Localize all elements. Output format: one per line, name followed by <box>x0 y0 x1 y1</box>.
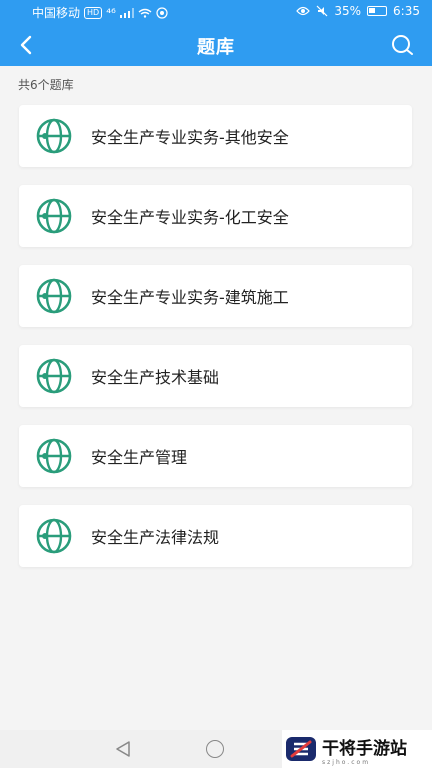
battery-percent: 35% <box>334 4 362 18</box>
watermark-sub: szjho.com <box>322 759 371 766</box>
status-bar: 中国移动 HD ⁴⁶ 35% 6:35 <box>0 0 432 24</box>
watermark-text: 干将手游站 <box>322 739 407 759</box>
bank-count-label: 共6个题库 <box>18 78 74 92</box>
bank-item-label: 安全生产专业实务-建筑施工 <box>91 288 289 307</box>
bank-item-label: 安全生产技术基础 <box>91 368 220 387</box>
globe-icon <box>35 197 73 235</box>
globe-icon <box>35 357 73 395</box>
wifi-icon <box>138 8 152 18</box>
system-back-icon[interactable] <box>114 740 132 758</box>
globe-icon <box>35 117 73 155</box>
bank-item-2[interactable]: 安全生产专业实务-化工安全 <box>19 185 412 247</box>
hd-badge: HD <box>84 6 103 19</box>
bank-item-6[interactable]: 安全生产法律法规 <box>19 505 412 567</box>
globe-icon <box>35 277 73 315</box>
bank-item-1[interactable]: 安全生产专业实务-其他安全 <box>19 105 412 167</box>
search-button[interactable] <box>388 31 416 59</box>
top-nav-bar: 题库 <box>0 24 432 66</box>
status-right: 35% 6:35 <box>296 4 420 18</box>
bank-list: 安全生产专业实务-其他安全 安全生产专业实务-化工安全 安全生产专业实务-建筑施… <box>19 105 412 585</box>
nfc-icon <box>156 6 168 19</box>
bank-item-4[interactable]: 安全生产技术基础 <box>19 345 412 407</box>
watermark-logo-icon <box>286 737 316 761</box>
clock: 6:35 <box>393 4 420 18</box>
status-left: 中国移动 HD ⁴⁶ <box>32 4 168 21</box>
globe-icon <box>35 517 73 555</box>
mute-icon <box>316 5 328 17</box>
bank-item-3[interactable]: 安全生产专业实务-建筑施工 <box>19 265 412 327</box>
watermark: 干将手游站 szjho.com <box>282 730 432 768</box>
bank-item-label: 安全生产专业实务-其他安全 <box>91 128 289 147</box>
signal-icon <box>119 7 134 18</box>
eye-icon <box>296 6 311 16</box>
page-title: 题库 <box>197 37 235 58</box>
globe-icon <box>35 437 73 475</box>
bank-item-label: 安全生产管理 <box>91 448 188 467</box>
bank-item-5[interactable]: 安全生产管理 <box>19 425 412 487</box>
bank-item-label: 安全生产专业实务-化工安全 <box>91 208 289 227</box>
search-icon <box>392 35 413 55</box>
bank-item-label: 安全生产法律法规 <box>91 528 220 547</box>
carrier-label: 中国移动 <box>32 6 81 20</box>
network-label: ⁴⁶ <box>106 5 116 20</box>
system-home-icon[interactable] <box>206 740 224 758</box>
battery-icon <box>367 6 388 16</box>
